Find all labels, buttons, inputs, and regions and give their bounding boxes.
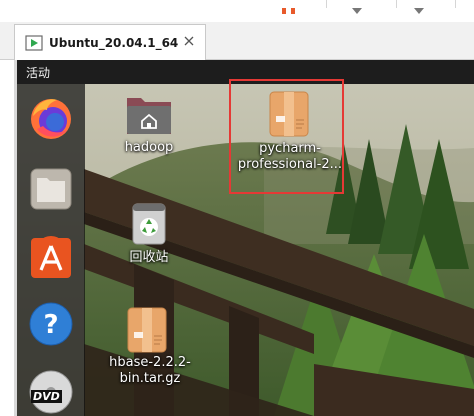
toolbar-dropdown-icon[interactable] [350,0,364,14]
selection-highlight [229,79,344,194]
vm-left-border [14,84,17,416]
vm-tab[interactable]: Ubuntu_20.04.1_64 [14,24,206,60]
desktop-icon-hbase[interactable]: hbase-2.2.2- bin.tar.gz [104,306,196,390]
svg-text:?: ? [43,310,58,340]
activities-button[interactable]: 活动 [26,64,50,81]
desktop-icon-hadoop[interactable]: hadoop [122,94,192,156]
desktop-icon-label: hadoop [124,140,174,155]
toolbar-divider [455,0,456,8]
vm-left-border [14,60,17,84]
software-store-icon[interactable] [27,232,75,280]
desktop-icon-label: hbase-2.2.2- [109,355,191,370]
ubuntu-dock: ? DVD [17,84,85,416]
desktop-icon-label: bin.tar.gz [119,371,181,386]
toolbar-orange-icon[interactable] [280,0,298,14]
help-icon[interactable]: ? [27,300,75,348]
files-icon[interactable] [27,164,75,212]
archive-icon [127,307,167,353]
toolbar-divider [396,0,397,8]
firefox-icon[interactable] [27,94,75,142]
dvd-icon[interactable]: DVD [27,368,75,416]
desktop-icon-trash[interactable]: 回收站 [122,200,192,270]
home-folder-icon [127,98,171,134]
host-toolbar [0,0,474,22]
close-icon[interactable] [181,33,197,49]
toolbar-divider [326,0,327,8]
vm-running-icon [25,35,43,55]
vm-tab-bar: Ubuntu_20.04.1_64 [0,22,474,60]
dvd-badge: DVD [31,390,62,403]
desktop-icon-label: 回收站 [129,250,169,265]
toolbar-dropdown-icon[interactable] [412,0,426,14]
trash-icon [132,203,166,245]
vm-tab-label: Ubuntu_20.04.1_64 [49,36,179,50]
